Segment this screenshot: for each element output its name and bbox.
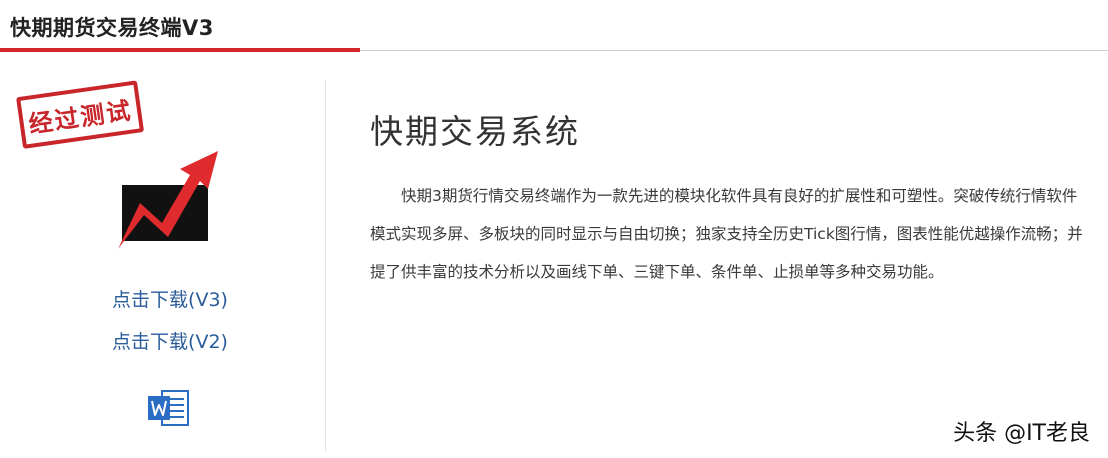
download-v2-link[interactable]: 点击下载(V2) [90, 327, 250, 354]
content-description: 快期3期货行情交易终端作为一款先进的模块化软件具有良好的扩展性和可塑性。突破传统… [370, 187, 1083, 281]
stamp-frame: 经过测试 [16, 80, 145, 149]
header-accent-rule [0, 48, 360, 52]
word-document-icon[interactable] [146, 388, 190, 428]
page-header-title: 快期期货交易终端V3 [10, 16, 214, 40]
stamp-label: 经过测试 [26, 95, 134, 139]
rising-chart-arrow-icon [118, 151, 218, 249]
column-divider [325, 80, 326, 452]
header-divider-rule [360, 50, 1108, 51]
download-v3-link[interactable]: 点击下载(V3) [90, 285, 250, 312]
watermark-label: 头条 @IT老良 [953, 421, 1090, 446]
content-title: 快期交易系统 [370, 112, 580, 151]
page-header: 快期期货交易终端V3 [0, 0, 1108, 54]
